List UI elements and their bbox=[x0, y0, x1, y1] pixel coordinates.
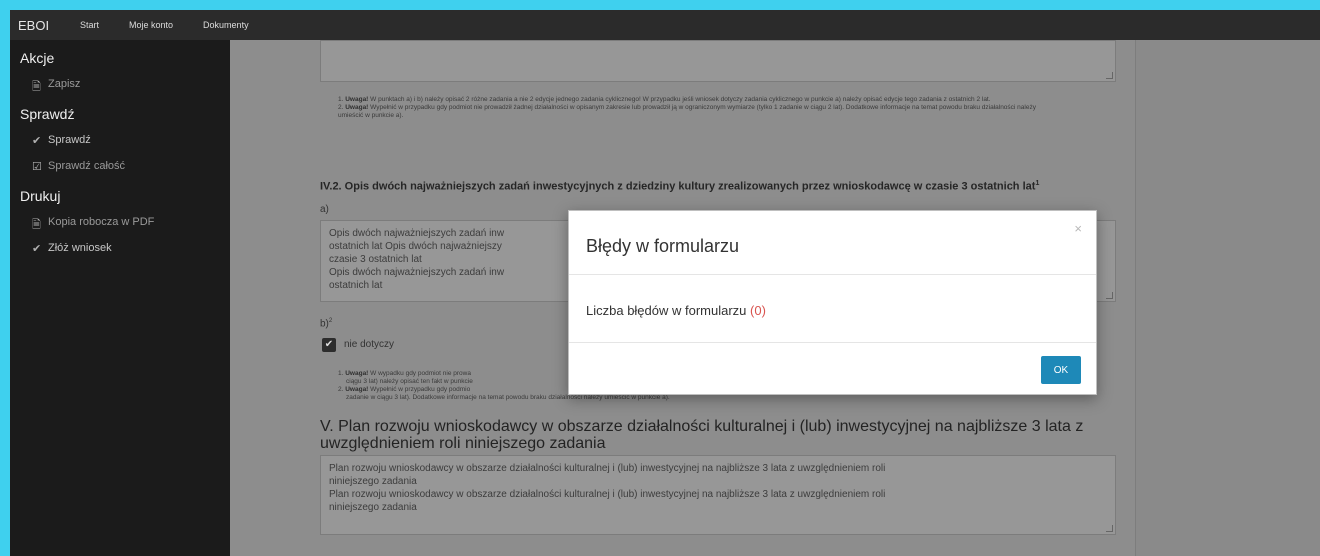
pdf-icon: 🗎 bbox=[32, 219, 41, 231]
section-v-title: V. Plan rozwoju wnioskodawcy w obszarze … bbox=[320, 418, 1084, 452]
ok-button[interactable]: OK bbox=[1041, 356, 1081, 384]
brand-logo[interactable]: EBOI bbox=[10, 18, 80, 33]
nav-link-dokumenty[interactable]: Dokumenty bbox=[203, 20, 249, 30]
label-a: a) bbox=[320, 204, 329, 215]
checkbox-nie-dotyczy[interactable]: ✔ bbox=[322, 338, 336, 352]
sidebar-heading-akcje: Akcje bbox=[20, 50, 55, 66]
sidebar-item-kopia-pdf[interactable]: 🗎 Kopia robocza w PDF bbox=[10, 208, 230, 234]
sidebar-item-zapisz[interactable]: 🗎 Zapisz bbox=[10, 70, 230, 96]
resize-handle-icon[interactable] bbox=[1106, 72, 1113, 79]
modal-divider bbox=[569, 342, 1096, 343]
modal-divider bbox=[569, 274, 1096, 275]
sidebar-heading-drukuj: Drukuj bbox=[20, 188, 61, 204]
close-icon[interactable]: × bbox=[1074, 221, 1082, 236]
resize-handle-icon[interactable] bbox=[1106, 292, 1113, 299]
check-square-icon: ☑ bbox=[32, 161, 42, 173]
check-circle-icon: ✔ bbox=[32, 243, 42, 255]
sidebar-item-zloz-wniosek[interactable]: ✔ Złóż wniosek bbox=[10, 234, 230, 260]
modal-body: Liczba błędów w formularzu (0) bbox=[586, 303, 766, 318]
nav-link-start[interactable]: Start bbox=[80, 20, 99, 30]
document-icon: 🗎 bbox=[32, 81, 41, 93]
error-count-value: (0) bbox=[750, 303, 766, 318]
checkbox-label: nie dotyczy bbox=[344, 339, 395, 350]
right-panel bbox=[1135, 40, 1320, 556]
textarea-section-v[interactable]: Plan rozwoju wnioskodawcy w obszarze dzi… bbox=[320, 455, 1116, 535]
sidebar-heading-sprawdz: Sprawdź bbox=[20, 106, 75, 122]
errors-modal: Błędy w formularzu × Liczba błędów w for… bbox=[568, 210, 1097, 395]
modal-title: Błędy w formularzu bbox=[586, 236, 740, 256]
error-count-label: Liczba błędów w formularzu bbox=[586, 303, 747, 318]
sidebar-item-label: Sprawdź całość bbox=[48, 160, 126, 172]
section-iv2-title: IV.2. Opis dwóch najważniejszych zadań i… bbox=[320, 180, 1040, 193]
sidebar-item-sprawdz[interactable]: ✔ Sprawdź bbox=[10, 126, 230, 152]
sidebar-item-label: Zapisz bbox=[48, 78, 81, 90]
textarea-previous[interactable] bbox=[320, 40, 1116, 82]
sidebar-item-label: Sprawdź bbox=[48, 134, 91, 146]
notes-top: 1. Uwaga! W punktach a) i b) należy opis… bbox=[338, 96, 1036, 119]
sidebar-item-label: Kopia robocza w PDF bbox=[48, 216, 155, 228]
sidebar-item-sprawdz-calosc[interactable]: ☑ Sprawdź całość bbox=[10, 152, 230, 178]
check-icon: ✔ bbox=[32, 135, 42, 147]
top-navbar: EBOI Start Moje konto Dokumenty bbox=[10, 10, 1320, 40]
sidebar: Akcje 🗎 Zapisz Sprawdź ✔ Sprawdź ☑ Spraw… bbox=[10, 40, 230, 556]
resize-handle-icon[interactable] bbox=[1106, 525, 1113, 532]
sidebar-item-label: Złóż wniosek bbox=[48, 242, 112, 254]
label-b: b)2 bbox=[320, 318, 333, 330]
nav-link-moje-konto[interactable]: Moje konto bbox=[129, 20, 173, 30]
